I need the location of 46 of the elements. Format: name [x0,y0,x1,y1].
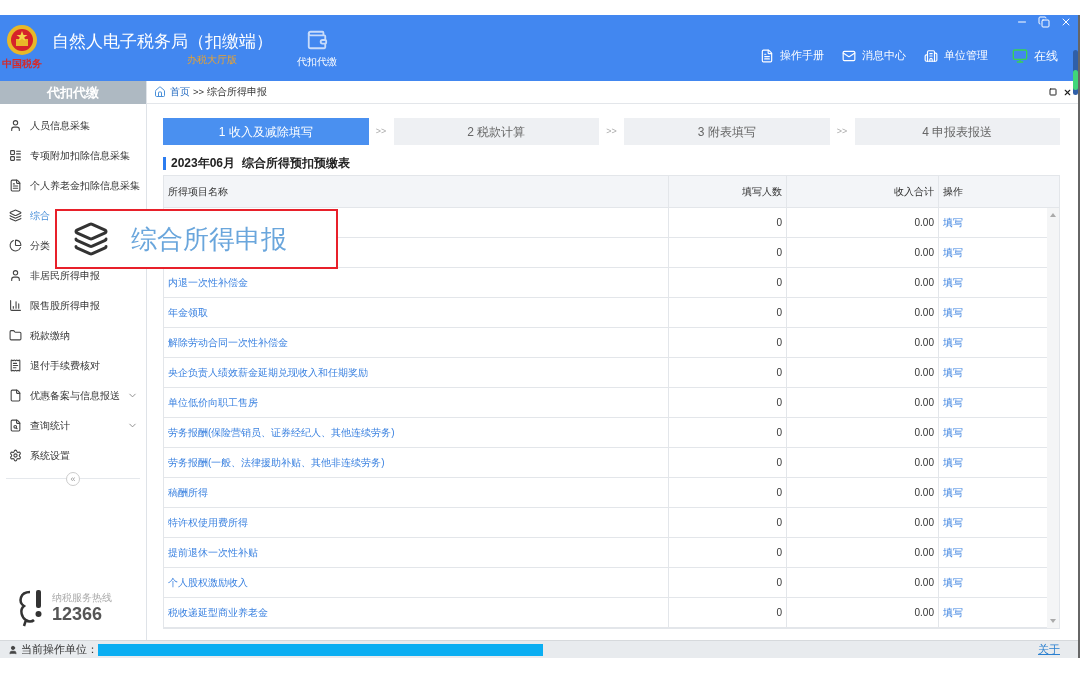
table-cell: 0 [668,268,786,297]
table-cell: 0 [668,568,786,597]
step-separator: >> [374,124,388,138]
breadcrumb-separator: >> [193,84,205,99]
hotline-number: 12366 [52,604,104,624]
table-cell: 0 [668,238,786,267]
table-cell: 0.00 [786,388,938,417]
table-title: 2023年06月 综合所得预扣预缴表 [171,155,350,172]
column-header: 所得项目名称 [167,185,229,199]
table-cell: 0 [668,598,786,627]
table-cell: 0 [668,478,786,507]
breadcrumb-current: 综合所得申报 [207,84,268,99]
table-cell: 0 [668,538,786,567]
table-cell: 0 [668,508,786,537]
table-cell: 0.00 [786,508,938,537]
callout-label: 综合所得申报 [131,222,287,256]
table-cell: 0 [668,328,786,357]
sidebar-header: 代扣代缴 [0,81,146,104]
column-header: 操作 [938,176,1059,207]
table-cell: 0 [668,418,786,447]
step-separator: >> [835,124,849,138]
app-title: 自然人电子税务局（扣缴端） [52,31,273,53]
column-header: 收入合计 [786,176,938,207]
table-cell: 0 [668,358,786,387]
hotline-label: 纳税服务热线 [52,592,112,604]
edition-label: 办税大厅版 [187,53,238,67]
table-cell: 0.00 [786,538,938,567]
logo-caption: 中国税务 [2,59,42,69]
table-cell: 0.00 [786,268,938,297]
table-cell: 0.00 [786,418,938,447]
table-cell: 0.00 [786,358,938,387]
table-cell: 0.00 [786,238,938,267]
step-separator: >> [605,124,618,138]
table-cell: 0.00 [786,298,938,327]
table-cell: 0.00 [786,448,938,477]
table-cell: 0.00 [786,328,938,357]
table-cell: 0.00 [786,568,938,597]
table-cell: 0.00 [786,208,938,237]
table-cell: 0 [668,448,786,477]
table-cell: 0 [668,298,786,327]
column-header: 填写人数 [668,176,786,207]
table-cell: 0 [668,208,786,237]
table-cell: 0.00 [786,478,938,507]
status-label: 当前操作单位： [21,642,98,658]
table-cell: 0.00 [786,598,938,627]
table-cell: 0 [668,388,786,417]
